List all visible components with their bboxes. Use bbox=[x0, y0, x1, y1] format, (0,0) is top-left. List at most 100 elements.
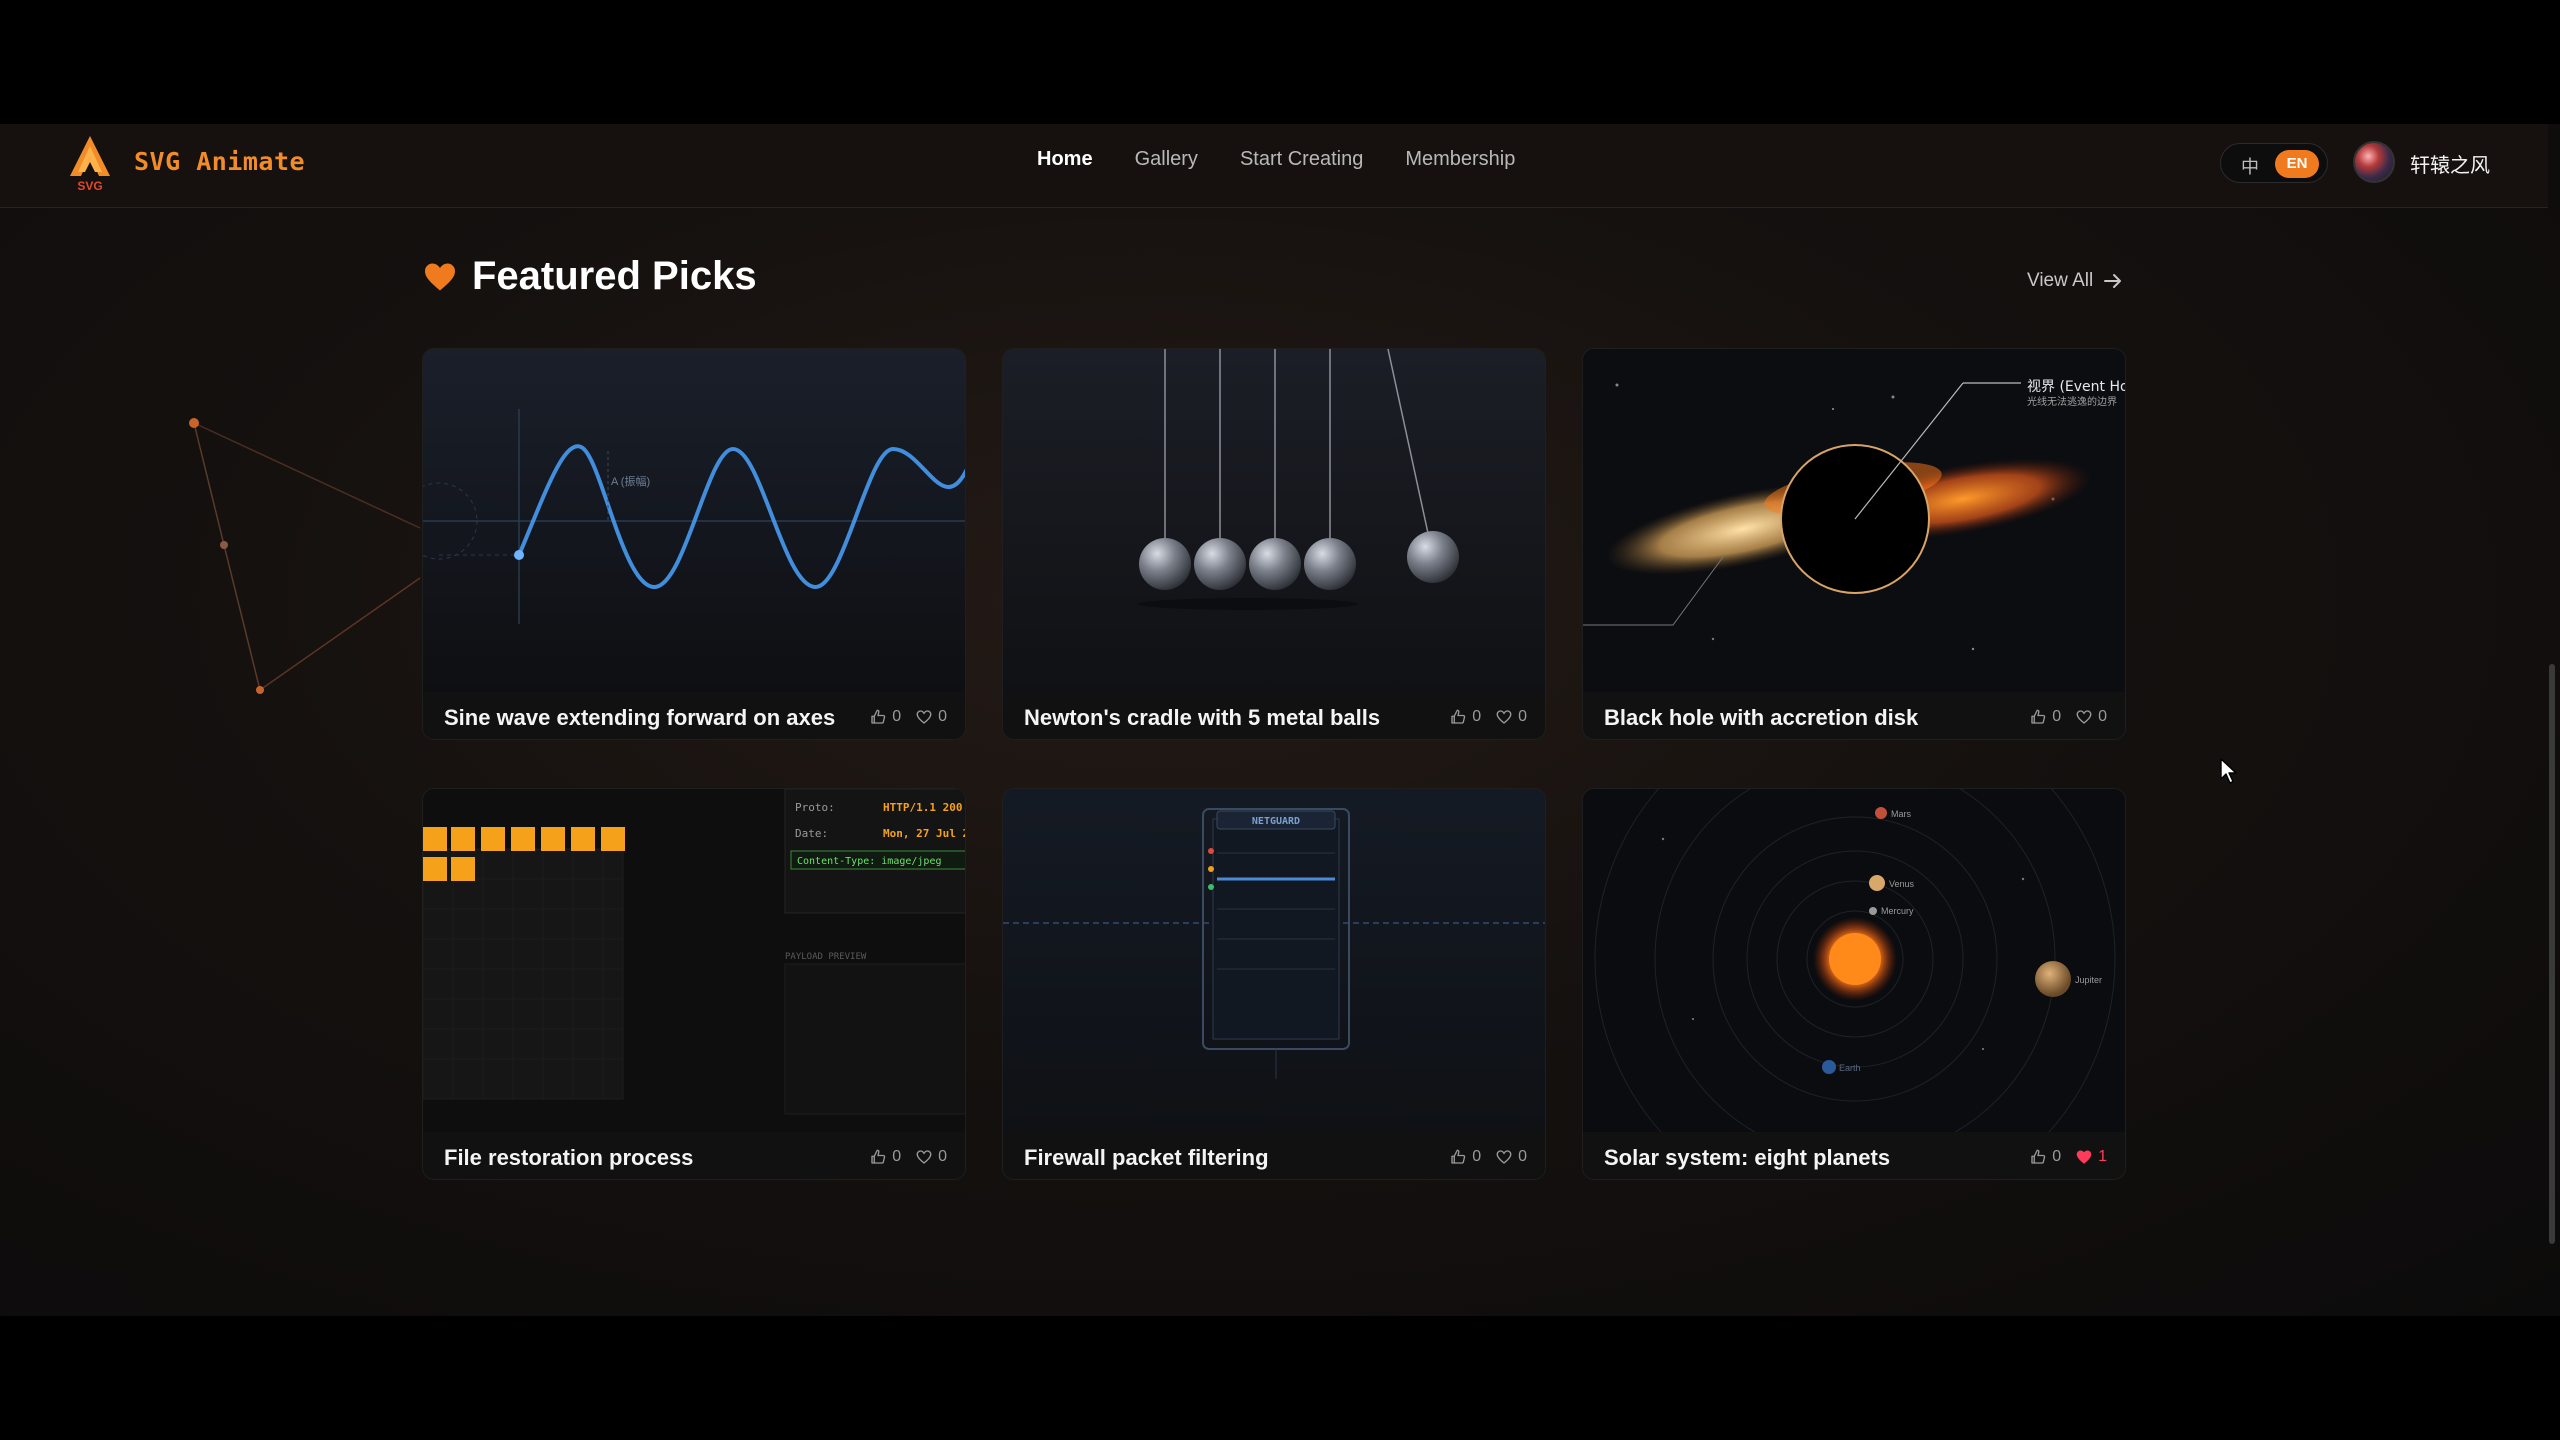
decorative-network bbox=[189, 418, 421, 694]
user-name[interactable]: 轩辕之风 bbox=[2410, 149, 2490, 178]
brand-name[interactable]: SVG Animate bbox=[134, 147, 305, 176]
card-footer: Newton's cradle with 5 metal balls 0 0 bbox=[1003, 692, 1545, 739]
thumbs-up-icon bbox=[1451, 1149, 1466, 1164]
favorite-button[interactable]: 0 bbox=[1495, 1148, 1527, 1166]
card-footer: Sine wave extending forward on axes 0 0 bbox=[423, 692, 965, 739]
section-title: Featured Picks bbox=[472, 254, 757, 298]
card-footer: Solar system: eight planets 0 1 bbox=[1583, 1132, 2125, 1179]
heart-outline-icon bbox=[916, 1150, 932, 1164]
favorite-count: 1 bbox=[2098, 1148, 2107, 1165]
like-count: 0 bbox=[1472, 1148, 1482, 1165]
like-button[interactable]: 0 bbox=[1449, 1148, 1481, 1166]
thumb-proto-key: Proto: bbox=[795, 801, 835, 814]
thumbs-up-icon bbox=[871, 709, 886, 724]
thumbs-up-icon bbox=[1451, 709, 1466, 724]
nav-gallery[interactable]: Gallery bbox=[1135, 148, 1198, 171]
thumb-netguard-label: NETGUARD bbox=[1252, 816, 1300, 827]
card-title[interactable]: File restoration process bbox=[444, 1145, 693, 1171]
lang-option-en[interactable]: EN bbox=[2275, 150, 2319, 178]
heart-outline-icon bbox=[1496, 1150, 1512, 1164]
card-title[interactable]: Sine wave extending forward on axes bbox=[444, 705, 835, 731]
favorite-count: 0 bbox=[2098, 708, 2107, 725]
nav-home[interactable]: Home bbox=[1037, 148, 1093, 171]
thumb-proto-value: HTTP/1.1 200 O bbox=[883, 801, 966, 814]
language-toggle[interactable]: 中 EN bbox=[2220, 143, 2328, 183]
card-stats: 0 0 bbox=[2029, 708, 2107, 726]
arrow-right-icon bbox=[2104, 274, 2122, 288]
card-footer: Black hole with accretion disk 0 0 bbox=[1583, 692, 2125, 739]
user-avatar[interactable] bbox=[2353, 141, 2395, 183]
card-stats: 0 0 bbox=[869, 1148, 947, 1166]
view-all-label: View All bbox=[2027, 270, 2094, 291]
card-solar-system[interactable]: Mars Venus Mercury Jupiter Earth Solar s… bbox=[1582, 788, 2126, 1180]
thumb-payload-preview: PAYLOAD PREVIEW bbox=[785, 952, 867, 962]
thumbnail-file-restoration: Proto: HTTP/1.1 200 O Date: Mon, 27 Jul … bbox=[423, 789, 966, 1132]
card-file-restoration[interactable]: Proto: HTTP/1.1 200 O Date: Mon, 27 Jul … bbox=[422, 788, 966, 1180]
heart-outline-icon bbox=[1496, 710, 1512, 724]
card-stats: 0 0 bbox=[869, 708, 947, 726]
planet-label-jupiter: Jupiter bbox=[2075, 975, 2102, 985]
like-button[interactable]: 0 bbox=[869, 1148, 901, 1166]
thumbnail-black-hole: 视界 (Event Ho 光线无法逃逸的边界 bbox=[1583, 349, 2126, 692]
card-firewall[interactable]: NETGUARD Firewall packet filtering 0 0 bbox=[1002, 788, 1546, 1180]
favorite-count: 0 bbox=[938, 708, 947, 725]
card-stats: 0 0 bbox=[1449, 708, 1527, 726]
favorite-button[interactable]: 0 bbox=[915, 708, 947, 726]
logo-text: SVG bbox=[77, 179, 102, 192]
planet-label-mars: Mars bbox=[1891, 809, 1911, 819]
favorite-count: 0 bbox=[1518, 708, 1527, 725]
favorite-count: 0 bbox=[1518, 1148, 1527, 1165]
thumbs-up-icon bbox=[2031, 1149, 2046, 1164]
card-title[interactable]: Solar system: eight planets bbox=[1604, 1145, 1890, 1171]
thumb-event-horizon-sub: 光线无法逃逸的边界 bbox=[2027, 395, 2117, 408]
featured-header: Featured Picks bbox=[422, 254, 757, 299]
thumb-date-key: Date: bbox=[795, 827, 828, 840]
favorite-button[interactable]: 0 bbox=[1495, 708, 1527, 726]
card-stats: 0 1 bbox=[2029, 1148, 2107, 1166]
like-count: 0 bbox=[892, 708, 902, 725]
favorite-count: 0 bbox=[938, 1148, 947, 1165]
thumb-amplitude-label: A (振幅) bbox=[611, 474, 650, 488]
favorite-button[interactable]: 1 bbox=[2075, 1148, 2107, 1166]
like-count: 0 bbox=[2052, 1148, 2062, 1165]
like-button[interactable]: 0 bbox=[1449, 708, 1481, 726]
heart-filled-icon bbox=[2076, 1150, 2092, 1164]
like-count: 0 bbox=[1472, 708, 1482, 725]
mouse-cursor-icon bbox=[2220, 758, 2237, 784]
thumb-event-horizon-label: 视界 (Event Ho bbox=[2027, 379, 2126, 395]
nav-start-creating[interactable]: Start Creating bbox=[1240, 148, 1363, 171]
card-stats: 0 0 bbox=[1449, 1148, 1527, 1166]
card-footer: Firewall packet filtering 0 0 bbox=[1003, 1132, 1545, 1179]
card-sine-wave[interactable]: A (振幅) Sine wave extending forward on ax… bbox=[422, 348, 966, 740]
thumbnail-firewall: NETGUARD bbox=[1003, 789, 1545, 1132]
heart-outline-icon bbox=[916, 710, 932, 724]
card-title[interactable]: Firewall packet filtering bbox=[1024, 1145, 1269, 1171]
heart-outline-icon bbox=[2076, 710, 2092, 724]
planet-label-mercury: Mercury bbox=[1881, 906, 1914, 916]
thumbnail-newtons-cradle bbox=[1003, 349, 1545, 692]
view-all-link[interactable]: View All bbox=[2027, 270, 2123, 292]
like-button[interactable]: 0 bbox=[869, 708, 901, 726]
thumbs-up-icon bbox=[2031, 709, 2046, 724]
vertical-scrollbar[interactable] bbox=[2549, 664, 2555, 1244]
heart-icon bbox=[425, 263, 455, 290]
thumbnail-sine-wave: A (振幅) bbox=[423, 349, 965, 692]
lang-option-zh[interactable]: 中 bbox=[2241, 153, 2259, 179]
card-black-hole[interactable]: 视界 (Event Ho 光线无法逃逸的边界 Black hole with a… bbox=[1582, 348, 2126, 740]
like-button[interactable]: 0 bbox=[2029, 1148, 2061, 1166]
thumbs-up-icon bbox=[871, 1149, 886, 1164]
like-button[interactable]: 0 bbox=[2029, 708, 2061, 726]
card-title[interactable]: Black hole with accretion disk bbox=[1604, 705, 1918, 731]
app-window: SVG SVG Animate Home Gallery Start Creat… bbox=[0, 124, 2560, 1316]
planet-label-venus: Venus bbox=[1889, 879, 1915, 889]
top-navbar: SVG SVG Animate Home Gallery Start Creat… bbox=[0, 124, 2548, 208]
thumbnail-solar-system: Mars Venus Mercury Jupiter Earth bbox=[1583, 789, 2125, 1132]
card-title[interactable]: Newton's cradle with 5 metal balls bbox=[1024, 705, 1380, 731]
card-newtons-cradle[interactable]: Newton's cradle with 5 metal balls 0 0 bbox=[1002, 348, 1546, 740]
nav-membership[interactable]: Membership bbox=[1405, 148, 1515, 171]
like-count: 0 bbox=[2052, 708, 2062, 725]
favorite-button[interactable]: 0 bbox=[915, 1148, 947, 1166]
like-count: 0 bbox=[892, 1148, 902, 1165]
logo-icon[interactable]: SVG bbox=[66, 134, 114, 192]
favorite-button[interactable]: 0 bbox=[2075, 708, 2107, 726]
